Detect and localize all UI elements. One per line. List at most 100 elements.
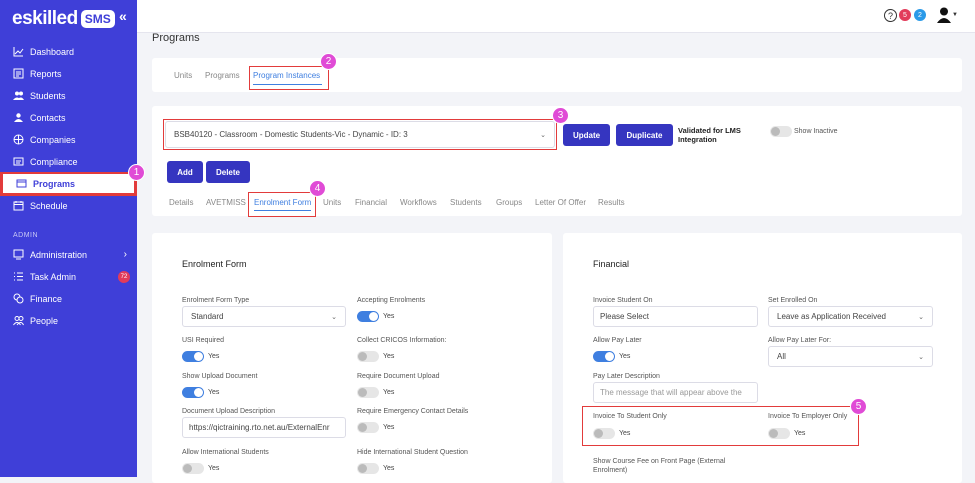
tab-programs[interactable]: Programs: [205, 71, 240, 80]
notification-badge-red[interactable]: 5: [899, 9, 911, 21]
invoice-on-label: Invoice Student On: [593, 297, 653, 304]
collapse-sidebar-icon[interactable]: «: [119, 8, 127, 24]
pay-later-desc-label: Pay Later Description: [593, 373, 660, 380]
usi-required-value: Yes: [208, 353, 220, 360]
sidebar-item-label: Compliance: [30, 156, 78, 167]
sidebar-item-people[interactable]: People: [0, 310, 137, 331]
calendar-icon: [13, 200, 24, 211]
sidebar-item-label: Contacts: [30, 112, 66, 123]
form-type-value: Standard: [191, 312, 224, 321]
intl-students-label: Allow International Students: [182, 449, 269, 456]
monitor-icon: [13, 249, 24, 260]
sidebar-item-compliance[interactable]: Compliance: [0, 151, 137, 172]
require-upload-value: Yes: [383, 389, 395, 396]
sidebar-item-administration[interactable]: Administration ›: [0, 244, 137, 265]
sidebar-item-schedule[interactable]: Schedule: [0, 195, 137, 216]
tab-financial[interactable]: Financial: [355, 198, 387, 207]
show-inactive-label: Show Inactive: [794, 128, 838, 135]
invoice-on-input[interactable]: Please Select: [593, 306, 758, 327]
sidebar-item-task-admin[interactable]: Task Admin: [0, 266, 137, 287]
validated-lms-label: Validated for LMS Integration: [678, 126, 741, 144]
callout-5: 5: [850, 398, 867, 415]
show-course-fee-label: Show Course Fee on Front Page (External …: [593, 458, 726, 474]
tab-groups[interactable]: Groups: [496, 198, 522, 207]
pay-later-desc-input[interactable]: The message that will appear above the: [593, 382, 758, 403]
accepting-enrolments-label: Accepting Enrolments: [357, 297, 426, 304]
emergency-contact-label: Require Emergency Contact Details: [357, 408, 469, 415]
intl-students-value: Yes: [208, 465, 220, 472]
sidebar-item-finance[interactable]: Finance: [0, 288, 137, 309]
chevron-down-icon: ⌄: [918, 353, 924, 361]
sidebar: eskilled SMS « Dashboard Reports Student…: [0, 0, 137, 477]
tab-avetmiss[interactable]: AVETMISS: [206, 198, 246, 207]
chevron-down-icon: ⌄: [331, 313, 337, 321]
caret-down-icon[interactable]: ▼: [952, 12, 958, 18]
task-count-badge: 72: [118, 271, 130, 283]
require-upload-toggle[interactable]: [357, 387, 379, 398]
sidebar-item-label: People: [30, 315, 59, 326]
usi-required-label: USI Required: [182, 337, 225, 344]
delete-button[interactable]: Delete: [206, 161, 250, 183]
sidebar-item-dashboard[interactable]: Dashboard: [0, 41, 137, 62]
admin-heading: ADMIN: [13, 232, 39, 239]
tab-units-instance[interactable]: Units: [323, 198, 341, 207]
emergency-contact-toggle[interactable]: [357, 422, 379, 433]
user-avatar-icon[interactable]: [937, 7, 951, 28]
set-enrolled-select[interactable]: Leave as Application Received ⌄: [768, 306, 933, 327]
form-type-label: Enrolment Form Type: [182, 297, 250, 304]
compliance-icon: [13, 156, 24, 167]
update-button[interactable]: Update: [563, 124, 610, 146]
financial-heading: Financial: [593, 259, 630, 269]
show-upload-label: Show Upload Document: [182, 373, 258, 380]
cricos-value: Yes: [383, 353, 395, 360]
coins-icon: [13, 293, 24, 304]
accepting-enrolments-value: Yes: [383, 313, 395, 320]
report-icon: [13, 68, 24, 79]
tab-details[interactable]: Details: [169, 198, 193, 207]
sidebar-item-label: Administration: [30, 249, 88, 260]
sidebar-item-label: Students: [30, 90, 66, 101]
help-icon[interactable]: ?: [884, 9, 897, 22]
add-button[interactable]: Add: [167, 161, 203, 183]
topbar: ? 5 2 ▼: [137, 0, 975, 33]
set-enrolled-label: Set Enrolled On: [768, 297, 818, 304]
allow-pay-later-toggle[interactable]: [593, 351, 615, 362]
highlight-box-programs: [0, 172, 137, 196]
tab-units[interactable]: Units: [174, 71, 192, 80]
show-inactive-toggle[interactable]: [770, 126, 792, 137]
chart-icon: [13, 46, 24, 57]
tab-students[interactable]: Students: [450, 198, 482, 207]
pay-later-for-select[interactable]: All ⌄: [768, 346, 933, 367]
highlight-box-instance-select: [163, 119, 557, 150]
highlight-box-program-instances: [249, 66, 329, 90]
allow-pay-later-value: Yes: [619, 353, 631, 360]
duplicate-button[interactable]: Duplicate: [616, 124, 673, 146]
notification-badge-blue[interactable]: 2: [914, 9, 926, 21]
sidebar-item-contacts[interactable]: Contacts: [0, 107, 137, 128]
callout-1: 1: [128, 164, 145, 181]
callout-4: 4: [309, 180, 326, 197]
set-enrolled-value: Leave as Application Received: [777, 312, 886, 321]
sidebar-item-label: Schedule: [30, 200, 68, 211]
enrolment-form-heading: Enrolment Form: [182, 259, 247, 269]
require-upload-label: Require Document Upload: [357, 373, 440, 380]
usi-required-toggle[interactable]: [182, 351, 204, 362]
tab-letter-of-offer[interactable]: Letter Of Offer: [535, 198, 586, 207]
page-title: Programs: [152, 32, 200, 44]
sidebar-item-students[interactable]: Students: [0, 85, 137, 106]
cricos-toggle[interactable]: [357, 351, 379, 362]
accepting-enrolments-toggle[interactable]: [357, 311, 379, 322]
people-icon: [13, 315, 24, 326]
logo[interactable]: eskilled SMS: [12, 8, 115, 30]
sidebar-item-companies[interactable]: Companies: [0, 129, 137, 150]
tab-workflows[interactable]: Workflows: [400, 198, 437, 207]
intl-students-toggle[interactable]: [182, 463, 204, 474]
hide-intl-toggle[interactable]: [357, 463, 379, 474]
tab-results[interactable]: Results: [598, 198, 625, 207]
students-icon: [13, 90, 24, 101]
form-type-select[interactable]: Standard ⌄: [182, 306, 346, 327]
companies-icon: [13, 134, 24, 145]
sidebar-item-reports[interactable]: Reports: [0, 63, 137, 84]
doc-description-input[interactable]: https://qictraining.rto.net.au/ExternalE…: [182, 417, 346, 438]
show-upload-toggle[interactable]: [182, 387, 204, 398]
